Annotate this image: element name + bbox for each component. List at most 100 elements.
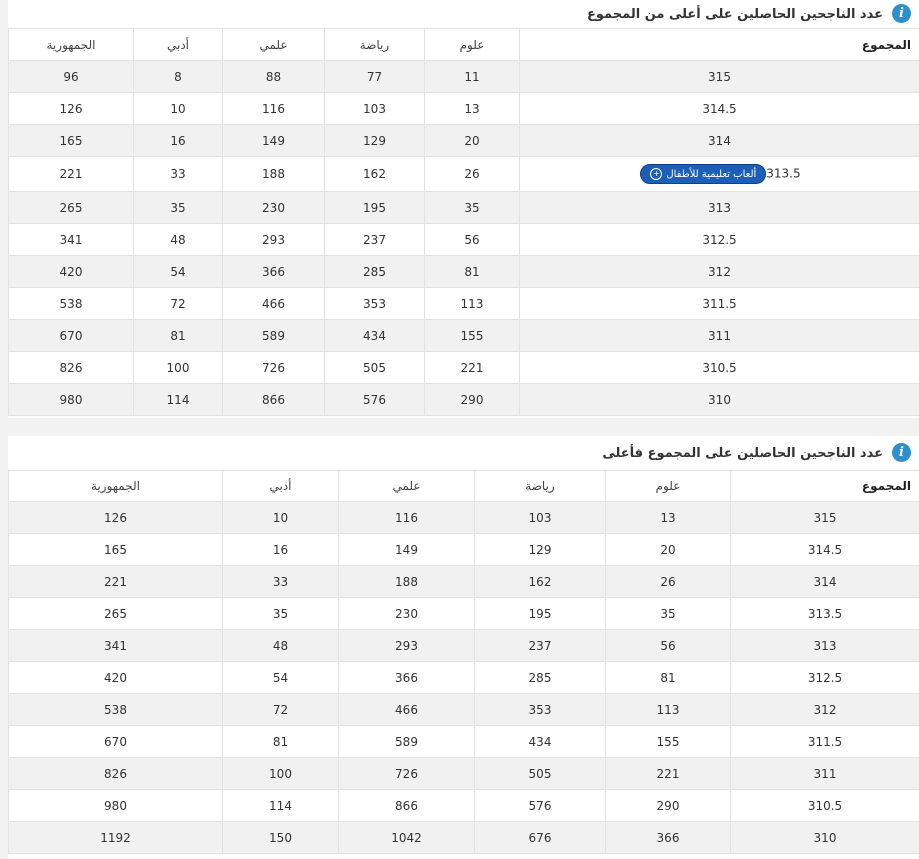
table-cell: 670 — [8, 725, 223, 758]
table-cell: 72 — [133, 287, 223, 320]
cell-value: 313.5 — [766, 166, 801, 181]
table-cell: 8 — [133, 60, 223, 93]
table-cell: 77 — [324, 60, 425, 93]
table-cell: 265 — [8, 191, 134, 224]
table-cell: 676 — [474, 821, 606, 854]
table-cell: 237 — [324, 223, 425, 256]
table-cell: 81 — [222, 725, 339, 758]
table-cell: 88 — [222, 60, 325, 93]
table-cell: 35 — [222, 597, 339, 630]
table-cell: 33 — [133, 156, 223, 192]
section-title: عدد الناجحين الحاصلين على أعلى من المجمو… — [587, 6, 883, 22]
section-header: i عدد الناجحين الحاصلين على المجموع فأعل… — [8, 436, 919, 470]
table-cell: 866 — [338, 789, 475, 822]
table-cell: 313 — [519, 191, 919, 224]
info-icon: i — [892, 4, 911, 23]
table-cell: 290 — [605, 789, 731, 822]
table-row: 312.5 56 237 293 48 341 — [8, 223, 919, 256]
table-cell: 100 — [133, 351, 223, 384]
table-cell: 155 — [605, 725, 731, 758]
table-row: 314.5 13 103 116 10 126 — [8, 92, 919, 125]
table-cell: 129 — [474, 533, 606, 566]
table-row: 311 221 505 726 100 826 — [8, 757, 919, 790]
table-cell: 33 — [222, 565, 339, 598]
table-cell: 313.5 — [730, 597, 919, 630]
table-row: 310 366 676 1042 150 1192 — [8, 821, 919, 854]
table-cell: 466 — [338, 693, 475, 726]
table-row: 314 26 162 188 33 221 — [8, 565, 919, 598]
table-cell: 113 — [605, 693, 731, 726]
table-cell: 589 — [338, 725, 475, 758]
table-cell: 13 — [424, 92, 520, 125]
column-header-republic: الجمهورية — [8, 470, 223, 502]
table-cell: 129 — [324, 124, 425, 157]
table-cell: 81 — [424, 255, 520, 288]
table-cell: 13 — [605, 501, 731, 534]
table-cell: 20 — [424, 124, 520, 157]
table-cell: 195 — [324, 191, 425, 224]
table-cell: 420 — [8, 255, 134, 288]
ad-badge[interactable]: ألعاب تعليمية للأطفال + — [640, 164, 767, 184]
table-cell: 312 — [730, 693, 919, 726]
table-row: 313.5 ألعاب تعليمية للأطفال +26 162 188 33 221 — [8, 156, 919, 192]
column-header-scientific: علمي — [222, 28, 325, 61]
ad-badge-label: ألعاب تعليمية للأطفال — [666, 168, 757, 180]
table-row: 312.5 81 285 366 54 420 — [8, 661, 919, 694]
table-cell: 265 — [8, 597, 223, 630]
section-title: عدد الناجحين الحاصلين على المجموع فأعلى — [602, 445, 883, 461]
table-cell: 576 — [324, 383, 425, 416]
table-cell: 293 — [222, 223, 325, 256]
table-cell: 310.5 — [730, 789, 919, 822]
table-cell: 420 — [8, 661, 223, 694]
table-header-row: المجموع علوم رياضة علمي أدبي الجمهورية — [8, 28, 919, 61]
table-cell: 505 — [474, 757, 606, 790]
table-cell: 35 — [605, 597, 731, 630]
table-cell: 341 — [8, 629, 223, 662]
table-cell: 312.5 — [519, 223, 919, 256]
table-cell: 48 — [133, 223, 223, 256]
table-cell: 126 — [8, 501, 223, 534]
table-cell: 353 — [324, 287, 425, 320]
table-cell: 826 — [8, 757, 223, 790]
table-cell: 221 — [8, 156, 134, 192]
table-row: 315 13 103 116 10 126 — [8, 501, 919, 534]
column-header-sciences: علوم — [424, 28, 520, 61]
table-cell: 366 — [222, 255, 325, 288]
table-cell: 162 — [324, 156, 425, 192]
info-icon: i — [892, 443, 911, 462]
table-cell: 188 — [222, 156, 325, 192]
table-cell: 113 — [424, 287, 520, 320]
results-table-or-more: المجموع علوم رياضة علمي أدبي الجمهورية 3… — [8, 470, 919, 854]
table-cell: 311 — [519, 319, 919, 352]
table-cell: 311.5 — [519, 287, 919, 320]
table-cell: 221 — [424, 351, 520, 384]
table-cell: 230 — [338, 597, 475, 630]
table-cell: 589 — [222, 319, 325, 352]
table-cell: 35 — [133, 191, 223, 224]
table-cell: 11 — [424, 60, 520, 93]
table-cell: 290 — [424, 383, 520, 416]
panel-above-score: i عدد الناجحين الحاصلين على أعلى من المج… — [8, 0, 919, 418]
table-row: 315 11 77 88 8 96 — [8, 60, 919, 93]
table-cell: 311.5 — [730, 725, 919, 758]
panel-score-or-more: i عدد الناجحين الحاصلين على المجموع فأعل… — [8, 436, 919, 859]
table-cell: 54 — [222, 661, 339, 694]
table-cell: 16 — [133, 124, 223, 157]
table-cell: 310.5 — [519, 351, 919, 384]
table-cell: 312 — [519, 255, 919, 288]
table-cell: 980 — [8, 383, 134, 416]
table-cell: 366 — [338, 661, 475, 694]
table-cell: 81 — [605, 661, 731, 694]
table-cell: 312.5 — [730, 661, 919, 694]
column-header-total: المجموع — [519, 28, 919, 61]
table-cell: 195 — [474, 597, 606, 630]
results-table-above: المجموع علوم رياضة علمي أدبي الجمهورية 3… — [8, 28, 919, 416]
table-row: 312 81 285 366 54 420 — [8, 255, 919, 288]
table-cell: 103 — [324, 92, 425, 125]
table-cell: 116 — [222, 92, 325, 125]
table-row: 314 20 129 149 16 165 — [8, 124, 919, 157]
table-cell: 434 — [324, 319, 425, 352]
table-cell: 285 — [474, 661, 606, 694]
table-cell: 26 — [605, 565, 731, 598]
table-cell: 165 — [8, 124, 134, 157]
